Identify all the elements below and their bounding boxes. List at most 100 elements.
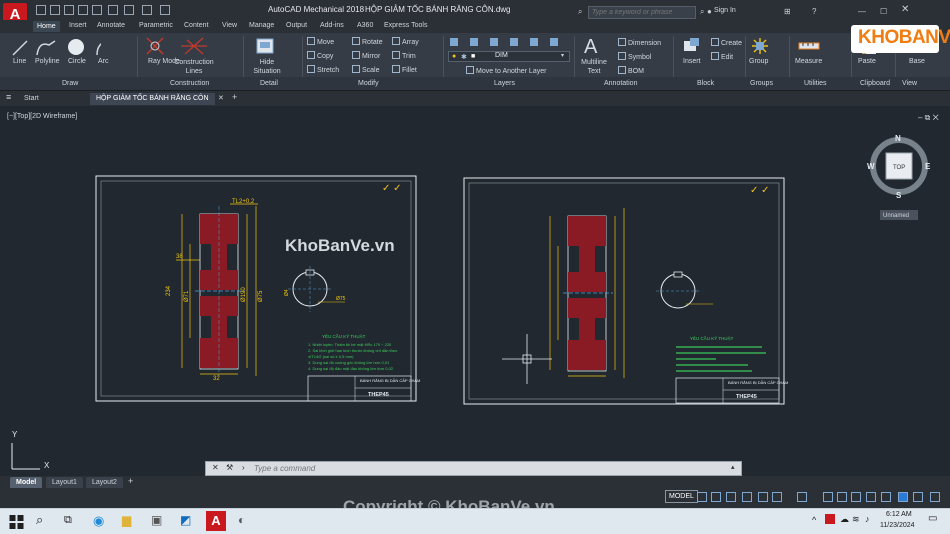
panel-annotation-label[interactable]: Annotation: [604, 80, 637, 87]
object-snap-icon[interactable]: [772, 492, 782, 502]
line-icon[interactable]: [12, 40, 28, 56]
tab-output[interactable]: Output: [286, 22, 307, 29]
panel-modify-label[interactable]: Modify: [358, 80, 379, 87]
tab-manage[interactable]: Manage: [249, 22, 274, 29]
arc-icon[interactable]: [96, 41, 101, 56]
app-taskbar-icon[interactable]: ◐: [238, 513, 245, 527]
new-file-icon[interactable]: [36, 5, 46, 15]
units-icon[interactable]: [851, 492, 861, 502]
panel-construction-label[interactable]: Construction: [170, 80, 209, 87]
circle-button[interactable]: Circle: [68, 58, 86, 65]
store-icon[interactable]: ▣: [151, 513, 162, 527]
tab-parametric[interactable]: Parametric: [139, 22, 173, 29]
notification-icon[interactable]: ▭: [928, 513, 937, 524]
move-button[interactable]: Move: [307, 37, 334, 46]
panel-block-label[interactable]: Block: [697, 80, 714, 87]
polar-icon[interactable]: [742, 492, 752, 502]
undo-icon[interactable]: [108, 5, 118, 15]
wifi-icon[interactable]: ≋: [852, 514, 860, 525]
chevron-up-icon[interactable]: ^: [812, 515, 816, 525]
array-button[interactable]: Array: [392, 37, 419, 46]
group-icon[interactable]: [750, 36, 770, 56]
workspace-icon[interactable]: [823, 492, 833, 502]
layer-dropdown[interactable]: ● ✱ ■ DIM ▾: [448, 51, 570, 62]
hardware-acceleration-icon[interactable]: [913, 492, 923, 502]
command-line[interactable]: ✕ ⚒ › ▴: [205, 461, 742, 476]
measure-button[interactable]: Measure: [795, 58, 822, 65]
search-input[interactable]: [588, 6, 696, 19]
sign-in-button[interactable]: Sign In: [714, 7, 736, 14]
tray-app-icon[interactable]: [825, 514, 835, 524]
scale-button[interactable]: Scale: [352, 65, 380, 74]
multiline-text-button[interactable]: Multiline Text: [577, 58, 611, 76]
help-icon[interactable]: ?: [812, 7, 816, 16]
tab-model[interactable]: Model: [10, 477, 43, 488]
stretch-button[interactable]: Stretch: [307, 65, 339, 74]
model-space-toggle[interactable]: MODEL: [665, 490, 698, 503]
polyline-button[interactable]: Polyline: [35, 58, 60, 65]
tab-start[interactable]: Start: [18, 93, 45, 105]
close-icon[interactable]: ✕: [212, 463, 219, 472]
panel-detail-label[interactable]: Detail: [260, 80, 278, 87]
maximize-icon[interactable]: ☐: [880, 7, 887, 16]
mirror-button[interactable]: Mirror: [352, 51, 380, 60]
wrench-icon[interactable]: ⚒: [226, 463, 233, 472]
customize-icon[interactable]: [930, 492, 940, 502]
measure-icon[interactable]: [798, 40, 820, 52]
quick-properties-icon[interactable]: [866, 492, 876, 502]
close-tab-icon[interactable]: ✕: [218, 94, 224, 102]
plot-icon[interactable]: [142, 5, 152, 15]
viewcube[interactable]: TOP N S E W: [867, 134, 931, 200]
isolate-objects-icon[interactable]: [898, 492, 908, 502]
create-block-button[interactable]: Create: [711, 38, 742, 47]
panel-view-label[interactable]: View: [902, 80, 917, 87]
new-tab-button[interactable]: +: [232, 92, 237, 102]
cloud-icon[interactable]: ☁: [840, 514, 849, 525]
clock-date[interactable]: 11/23/2024: [880, 522, 915, 529]
ray-mode-icon[interactable]: [146, 37, 164, 55]
panel-clipboard-label[interactable]: Clipboard: [860, 80, 890, 87]
line-button[interactable]: Line: [13, 58, 26, 65]
open-file-icon[interactable]: [50, 5, 60, 15]
insert-button[interactable]: Insert: [683, 58, 701, 65]
hide-situation-button[interactable]: Hide Situation: [250, 58, 284, 76]
edge-browser-icon[interactable]: ◉: [93, 513, 104, 529]
command-input[interactable]: [254, 464, 724, 473]
file-explorer-icon[interactable]: ▆: [122, 513, 131, 527]
save-as-icon[interactable]: [78, 5, 88, 15]
menu-icon[interactable]: ≡: [6, 92, 11, 102]
tab-addins[interactable]: Add-ins: [320, 22, 344, 29]
bom-button[interactable]: BOM: [618, 66, 644, 75]
circle-icon[interactable]: [68, 39, 84, 55]
cart-icon[interactable]: ⊞: [784, 7, 791, 16]
tab-home[interactable]: Home: [33, 21, 60, 32]
base-button[interactable]: Base: [909, 58, 925, 65]
move-to-layer-button[interactable]: Move to Another Layer: [466, 66, 546, 75]
minimize-icon[interactable]: —: [858, 7, 866, 16]
search-icon[interactable]: ⌕: [36, 512, 43, 528]
panel-utilities-label[interactable]: Utilities: [804, 80, 827, 87]
grid-icon[interactable]: [697, 492, 707, 502]
add-layout-button[interactable]: +: [128, 476, 133, 486]
fillet-button[interactable]: Fillet: [392, 65, 417, 74]
isodraft-icon[interactable]: [758, 492, 768, 502]
paste-button[interactable]: Paste: [858, 58, 876, 65]
dimension-button[interactable]: Dimension: [618, 38, 661, 47]
print-icon[interactable]: [92, 5, 102, 15]
construction-lines-button[interactable]: Construction Lines: [172, 58, 216, 76]
polyline-icon[interactable]: [36, 40, 56, 56]
windows-start-icon[interactable]: [8, 514, 25, 530]
panel-draw-label[interactable]: Draw: [62, 80, 78, 87]
search-icon[interactable]: ⌕: [578, 7, 582, 17]
volume-icon[interactable]: ♪: [865, 514, 870, 524]
save-icon[interactable]: [64, 5, 74, 15]
tab-a360[interactable]: A360: [357, 22, 373, 29]
annotation-scale-icon[interactable]: [797, 492, 807, 502]
autocad-taskbar-icon[interactable]: A: [206, 511, 226, 531]
tab-content[interactable]: Content: [184, 22, 209, 29]
left-sheet[interactable]: ✓ ✓ 234 Ø71 Ø190 Ø75 32 TL2+0,2 38 Ø75 Ø…: [95, 175, 420, 402]
tab-layout1[interactable]: Layout1: [46, 477, 83, 488]
snap-icon[interactable]: [711, 492, 721, 502]
task-view-icon[interactable]: ⧉: [64, 514, 72, 527]
copy-button[interactable]: Copy: [307, 51, 333, 60]
